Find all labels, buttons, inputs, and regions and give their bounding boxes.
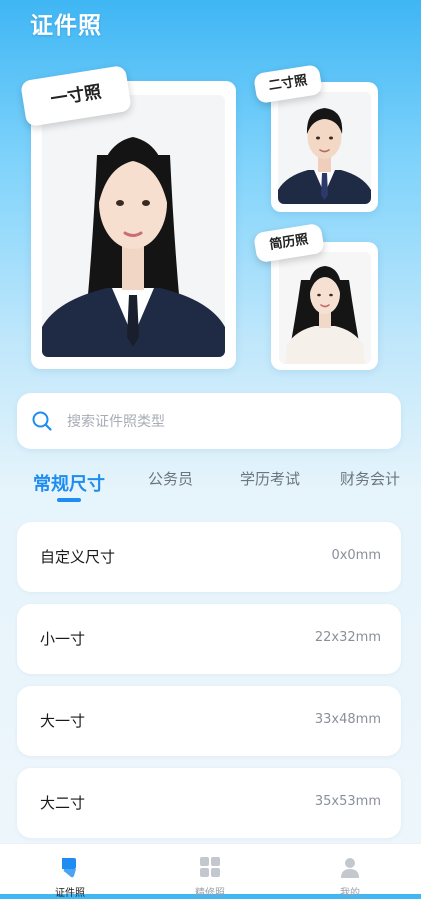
- tab-finance-accounting[interactable]: 财务会计: [340, 468, 400, 489]
- nav-label: 精修照: [195, 888, 225, 899]
- tab-regular-size[interactable]: 常规尺寸: [33, 470, 105, 496]
- tab-civil-servant[interactable]: 公务员: [148, 468, 193, 489]
- id-photo-icon: [62, 858, 76, 878]
- size-dimensions: 22x32mm: [314, 630, 381, 645]
- resume-sample-photo: [279, 252, 371, 364]
- user-icon: [341, 858, 359, 878]
- search-bar[interactable]: [17, 393, 401, 449]
- size-item-large-one-inch[interactable]: 大一寸 33x48mm: [17, 686, 401, 756]
- size-item-small-one-inch[interactable]: 小一寸 22x32mm: [17, 604, 401, 674]
- nav-label: 我的: [340, 888, 360, 899]
- size-dimensions: 33x48mm: [314, 712, 381, 727]
- nav-item-retouch[interactable]: 精修照: [140, 844, 280, 899]
- two-inch-sample-photo: [278, 92, 371, 204]
- size-name: 大二寸: [40, 794, 86, 812]
- nav-item-mine[interactable]: 我的: [280, 844, 420, 899]
- size-item-large-two-inch[interactable]: 大二寸 35x53mm: [17, 768, 401, 838]
- bottom-nav: 证件照 精修照 我的: [0, 843, 421, 899]
- size-name: 自定义尺寸: [40, 548, 116, 566]
- size-name: 大一寸: [40, 712, 86, 730]
- one-inch-sample-photo: [42, 95, 225, 357]
- two-inch-sample-card[interactable]: [271, 82, 378, 212]
- tab-education-exam[interactable]: 学历考试: [240, 468, 300, 489]
- nav-item-id-photo[interactable]: 证件照: [0, 844, 140, 899]
- page-title: 证件照: [30, 13, 102, 39]
- grid-icon: [200, 857, 220, 877]
- nav-label: 证件照: [55, 888, 85, 899]
- search-input[interactable]: [65, 405, 389, 439]
- size-dimensions: 0x0mm: [331, 548, 381, 563]
- size-dimensions: 35x53mm: [314, 794, 381, 809]
- search-icon: [32, 411, 52, 431]
- one-inch-sample-card[interactable]: [31, 81, 236, 369]
- resume-sample-card[interactable]: [271, 242, 378, 370]
- active-tab-indicator: [57, 498, 81, 502]
- size-item-custom[interactable]: 自定义尺寸 0x0mm: [17, 522, 401, 592]
- size-name: 小一寸: [40, 630, 86, 648]
